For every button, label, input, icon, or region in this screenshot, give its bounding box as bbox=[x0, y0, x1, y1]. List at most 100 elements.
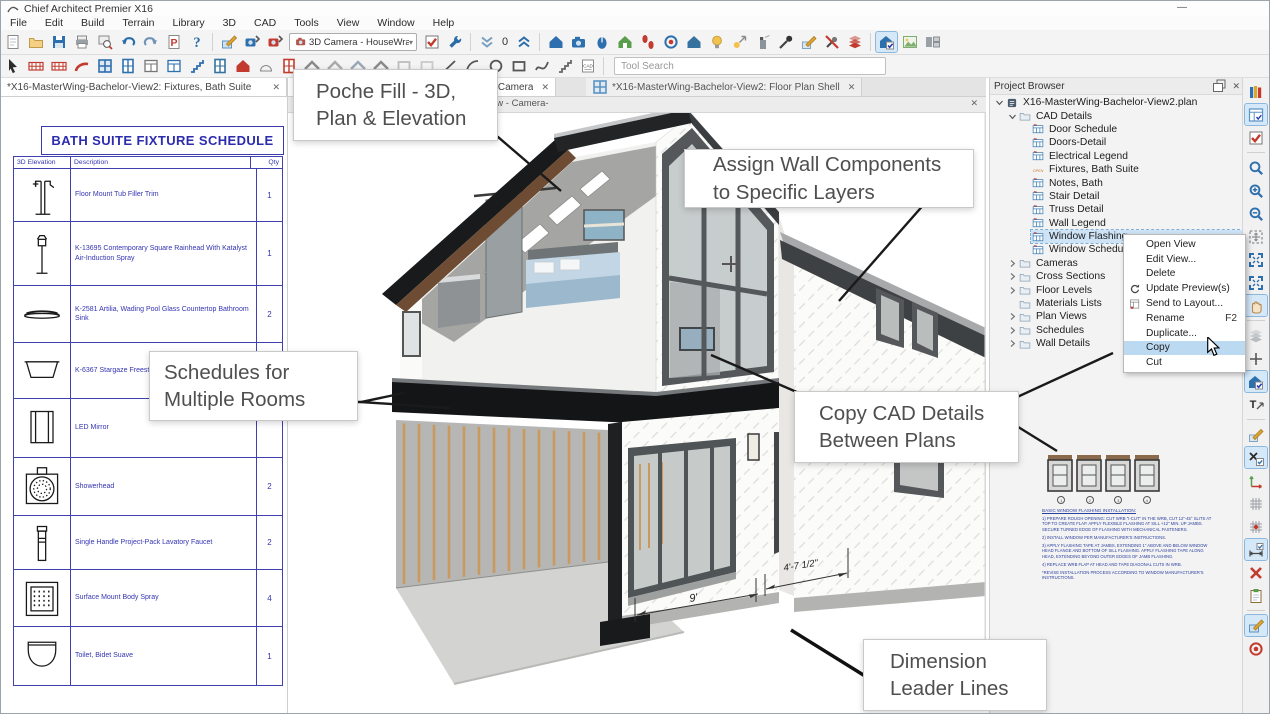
context-menu-update-preview-s-[interactable]: Update Preview(s) bbox=[1124, 281, 1245, 296]
stairs-button[interactable] bbox=[186, 56, 207, 76]
floor-up-button[interactable] bbox=[513, 32, 534, 52]
cad-axes-button[interactable] bbox=[1245, 470, 1267, 491]
adjust-lights-button[interactable] bbox=[729, 32, 750, 52]
no-eyedropper-button[interactable] bbox=[821, 32, 842, 52]
menu-window[interactable]: Window bbox=[368, 16, 423, 30]
chevron-right-icon[interactable] bbox=[1007, 339, 1018, 348]
menu-terrain[interactable]: Terrain bbox=[113, 16, 163, 30]
tree-item-notes-bath[interactable]: Notes, Bath bbox=[990, 176, 1244, 189]
zoom-out-button[interactable] bbox=[1245, 203, 1267, 224]
open-file-button[interactable] bbox=[25, 32, 46, 52]
home-button[interactable] bbox=[683, 32, 704, 52]
tree-item-x16-masterwing-bachelor-view2-plan[interactable]: X16-MasterWing-Bachelor-View2.plan bbox=[990, 96, 1244, 109]
fullscreen-button[interactable] bbox=[1245, 272, 1267, 293]
selection-options-button[interactable] bbox=[1245, 447, 1267, 468]
chevron-right-icon[interactable] bbox=[1007, 272, 1018, 281]
dock-icon[interactable] bbox=[1211, 78, 1227, 94]
record-walkthrough-button[interactable] bbox=[660, 32, 681, 52]
menu-edit[interactable]: Edit bbox=[36, 16, 72, 30]
context-menu-open-view[interactable]: Open View bbox=[1124, 237, 1245, 252]
render-view-button[interactable] bbox=[614, 32, 635, 52]
menu-cad[interactable]: CAD bbox=[245, 16, 285, 30]
save-camera-button[interactable] bbox=[241, 32, 262, 52]
new-file-button[interactable] bbox=[2, 32, 23, 52]
move-point-button[interactable] bbox=[1245, 348, 1267, 369]
chevron-right-icon[interactable] bbox=[1007, 259, 1018, 268]
menu-3d[interactable]: 3D bbox=[214, 16, 245, 30]
tree-item-fixtures-bath-suite[interactable]: OPENFixtures, Bath Suite bbox=[990, 163, 1244, 176]
save-camera-red-button[interactable] bbox=[264, 32, 285, 52]
close-icon[interactable]: ✕ bbox=[848, 82, 856, 93]
context-menu-cut[interactable]: Cut bbox=[1124, 355, 1245, 370]
pan-hand-button[interactable] bbox=[1245, 295, 1267, 316]
select-arrow-button[interactable] bbox=[2, 56, 23, 76]
door-button[interactable] bbox=[117, 56, 138, 76]
layer-sets-button[interactable] bbox=[1245, 325, 1267, 346]
floor-down-button[interactable] bbox=[476, 32, 497, 52]
context-menu-copy[interactable]: Copy bbox=[1124, 341, 1245, 356]
layers-red-button[interactable] bbox=[844, 32, 865, 52]
help-button[interactable]: ? bbox=[186, 32, 207, 52]
tree-item-doors-detail[interactable]: Doors-Detail bbox=[990, 136, 1244, 149]
adjust-materials-button[interactable] bbox=[798, 32, 819, 52]
tree-item-wall-legend[interactable]: Wall Legend bbox=[990, 217, 1244, 230]
orbit-camera-button[interactable] bbox=[591, 32, 612, 52]
menu-tools[interactable]: Tools bbox=[285, 16, 328, 30]
tree-item-cad-details[interactable]: CAD Details bbox=[990, 109, 1244, 122]
selected-object-zoom-button[interactable] bbox=[1245, 157, 1267, 178]
active-layer-options-button[interactable] bbox=[1245, 127, 1267, 148]
menu-build[interactable]: Build bbox=[72, 16, 113, 30]
window-button[interactable] bbox=[94, 56, 115, 76]
edit-render-button[interactable] bbox=[218, 32, 239, 52]
base-cabinet-button[interactable] bbox=[163, 56, 184, 76]
menu-help[interactable]: Help bbox=[424, 16, 464, 30]
print-preview-button[interactable] bbox=[94, 32, 115, 52]
display-options-button[interactable] bbox=[876, 32, 897, 52]
elevation-camera-button[interactable] bbox=[545, 32, 566, 52]
exterior-door-button[interactable] bbox=[232, 56, 253, 76]
walkthrough-button[interactable] bbox=[637, 32, 658, 52]
context-menu-duplicate-[interactable]: Duplicate... bbox=[1124, 326, 1245, 341]
chevron-right-icon[interactable] bbox=[1007, 326, 1018, 335]
fill-window-button[interactable] bbox=[1245, 226, 1267, 247]
redo-button[interactable] bbox=[140, 32, 161, 52]
undo-button[interactable] bbox=[117, 32, 138, 52]
layout-page-button[interactable]: P bbox=[163, 32, 184, 52]
minimize-button[interactable]: — bbox=[1167, 1, 1197, 15]
camera-button[interactable] bbox=[568, 32, 589, 52]
chevron-down-icon[interactable] bbox=[1007, 112, 1018, 121]
curved-wall-button[interactable] bbox=[71, 56, 92, 76]
interior-door-button[interactable] bbox=[209, 56, 230, 76]
project-browser-button[interactable] bbox=[1245, 104, 1267, 125]
context-menu-delete[interactable]: Delete bbox=[1124, 267, 1245, 282]
chevron-right-icon[interactable] bbox=[1007, 312, 1018, 321]
interior-wall-button[interactable] bbox=[48, 56, 69, 76]
delete-button[interactable] bbox=[1245, 562, 1267, 583]
tree-item-electrical-legend[interactable]: Electrical Legend bbox=[990, 150, 1244, 163]
settings-wrench-button[interactable] bbox=[444, 32, 465, 52]
cabinet-button[interactable] bbox=[140, 56, 161, 76]
menu-view[interactable]: View bbox=[328, 16, 369, 30]
eyedropper-button[interactable] bbox=[775, 32, 796, 52]
print-button[interactable] bbox=[71, 32, 92, 52]
object-snaps-button[interactable] bbox=[1245, 516, 1267, 537]
chevron-down-icon[interactable] bbox=[994, 98, 1005, 107]
close-icon[interactable]: ✕ bbox=[541, 82, 549, 93]
display-objects-button[interactable] bbox=[1245, 371, 1267, 392]
niche-dome-button[interactable] bbox=[255, 56, 276, 76]
preferences-checkbox-button[interactable] bbox=[421, 32, 442, 52]
tree-item-stair-detail[interactable]: Stair Detail bbox=[990, 190, 1244, 203]
zoom-in-button[interactable] bbox=[1245, 180, 1267, 201]
spray-material-button[interactable] bbox=[752, 32, 773, 52]
chevron-right-icon[interactable] bbox=[1007, 286, 1018, 295]
backdrop-button[interactable] bbox=[899, 32, 920, 52]
text-leader-button[interactable]: T bbox=[1245, 394, 1267, 415]
close-icon[interactable]: ✕ bbox=[970, 98, 978, 109]
tree-item-truss-detail[interactable]: Truss Detail bbox=[990, 203, 1244, 216]
cad-stairs-button[interactable] bbox=[554, 56, 575, 76]
menu-file[interactable]: File bbox=[1, 16, 36, 30]
library-browser-button[interactable] bbox=[1245, 81, 1267, 102]
tab-fixtures-bath-suite[interactable]: *X16-MasterWing-Bachelor-View2: Fixtures… bbox=[1, 78, 287, 96]
edit-area-button[interactable] bbox=[1245, 615, 1267, 636]
save-button[interactable] bbox=[48, 32, 69, 52]
